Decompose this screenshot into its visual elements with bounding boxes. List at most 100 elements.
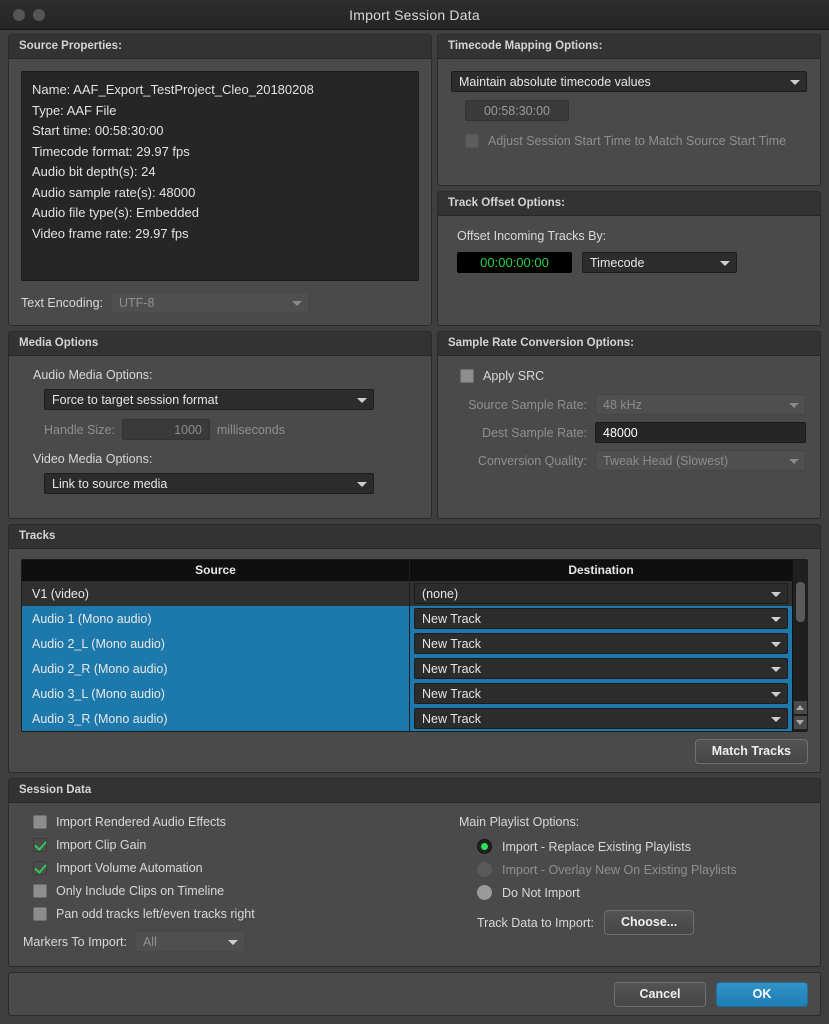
chevron-down-icon <box>789 458 799 464</box>
apply-src-label: Apply SRC <box>483 369 545 383</box>
chevron-down-icon <box>771 641 781 647</box>
source-cell: Audio 2_L (Mono audio) <box>32 636 165 651</box>
conversion-quality-value: Tweak Head (Slowest) <box>603 453 729 468</box>
table-row[interactable]: V1 (video) <box>22 581 409 606</box>
playlist-overlay-radio[interactable] <box>477 862 492 877</box>
ok-button[interactable]: OK <box>716 981 808 1007</box>
table-row[interactable]: Audio 2_L (Mono audio) <box>22 631 409 656</box>
table-row: (none) <box>410 581 792 606</box>
playlist-overlay-label: Import - Overlay New On Existing Playlis… <box>502 862 737 877</box>
source-prop-line: Type: AAF File <box>32 102 117 118</box>
offset-tracks-label: Offset Incoming Tracks By: <box>457 229 607 243</box>
chevron-down-icon <box>227 939 238 945</box>
session-data-panel: Session Data Import Rendered Audio Effec… <box>8 778 821 967</box>
conversion-quality-label: Conversion Quality: <box>477 453 587 468</box>
dest-sample-rate-field[interactable]: 48000 <box>595 422 806 443</box>
pan-odd-tracks-checkbox[interactable] <box>33 907 47 921</box>
audio-media-options-select[interactable]: Force to target session format <box>44 389 374 410</box>
text-encoding-select[interactable]: UTF-8 <box>111 292 309 313</box>
media-options-panel: Media Options Audio Media Options: Force… <box>8 331 432 519</box>
table-row: New Track <box>410 631 792 656</box>
destination-value: (none) <box>422 586 459 601</box>
source-cell: Audio 1 (Mono audio) <box>32 611 152 626</box>
match-tracks-button[interactable]: Match Tracks <box>694 739 808 764</box>
table-row[interactable]: Audio 2_R (Mono audio) <box>22 656 409 681</box>
chevron-down-icon <box>771 666 781 672</box>
table-row[interactable]: Audio 1 (Mono audio) <box>22 606 409 631</box>
timecode-mode-select[interactable]: Maintain absolute timecode values <box>451 71 807 92</box>
source-sample-rate-select[interactable]: 48 kHz <box>595 394 806 415</box>
handle-size-value: 1000 <box>174 422 202 437</box>
scroll-down-icon[interactable] <box>793 716 807 729</box>
sample-rate-conversion-panel: Sample Rate Conversion Options: Apply SR… <box>437 331 821 519</box>
destination-select[interactable]: New Track <box>414 633 788 654</box>
video-media-options-label: Video Media Options: <box>33 452 153 466</box>
chevron-down-icon <box>771 616 781 622</box>
import-rendered-audio-effects-label: Import Rendered Audio Effects <box>56 815 227 829</box>
chevron-down-icon <box>790 79 800 85</box>
chevron-down-icon <box>720 260 730 266</box>
destination-column-header: Destination <box>410 560 792 581</box>
adjust-session-start-checkbox[interactable] <box>465 134 479 148</box>
source-properties-info: Name: AAF_Export_TestProject_Cleo_201802… <box>21 71 419 281</box>
import-volume-automation-checkbox[interactable] <box>33 861 47 875</box>
chevron-down-icon <box>292 300 302 306</box>
offset-timecode-field[interactable]: 00:00:00:00 <box>457 252 572 273</box>
destination-select[interactable]: New Track <box>414 708 788 729</box>
offset-unit-value: Timecode <box>590 255 645 270</box>
scroll-up-icon[interactable] <box>793 701 807 714</box>
destination-value: New Track <box>422 661 482 676</box>
source-column-header: Source <box>22 560 409 581</box>
markers-to-import-select[interactable]: All <box>134 931 245 952</box>
only-include-clips-on-timeline-checkbox[interactable] <box>33 884 47 898</box>
apply-src-checkbox[interactable] <box>460 369 474 383</box>
destination-column: Destination (none) New Track New Track N… <box>410 560 792 731</box>
source-prop-line: Name: AAF_Export_TestProject_Cleo_201802… <box>32 82 314 97</box>
chevron-down-icon <box>357 481 367 487</box>
handle-size-field[interactable]: 1000 <box>121 419 210 440</box>
chevron-down-icon <box>789 402 799 408</box>
sample-rate-header: Sample Rate Conversion Options: <box>438 332 820 356</box>
table-row: New Track <box>410 606 792 631</box>
playlist-replace-radio[interactable] <box>477 839 492 854</box>
source-properties-header: Source Properties: <box>9 35 431 59</box>
source-properties-panel: Source Properties: Name: AAF_Export_Test… <box>8 34 432 326</box>
playlist-do-not-import-radio[interactable] <box>477 885 492 900</box>
conversion-quality-select[interactable]: Tweak Head (Slowest) <box>595 450 806 471</box>
import-session-data-dialog: Import Session Data Source Properties: N… <box>0 0 829 1024</box>
only-include-clips-on-timeline-label: Only Include Clips on Timeline <box>56 884 225 898</box>
destination-select[interactable]: New Track <box>414 683 788 704</box>
tracks-table: Source V1 (video) Audio 1 (Mono audio) A… <box>21 559 808 732</box>
media-options-header: Media Options <box>9 332 431 356</box>
video-media-options-select[interactable]: Link to source media <box>44 473 374 494</box>
cancel-button[interactable]: Cancel <box>614 981 706 1007</box>
destination-select[interactable]: New Track <box>414 658 788 679</box>
table-row: New Track <box>410 706 792 731</box>
source-prop-line: Audio sample rate(s): 48000 <box>32 184 196 200</box>
source-cell: V1 (video) <box>32 586 89 601</box>
source-prop-line: Audio bit depth(s): 24 <box>32 164 156 179</box>
adjust-session-start-label: Adjust Session Start Time to Match Sourc… <box>488 134 787 148</box>
destination-select[interactable]: New Track <box>414 608 788 629</box>
timecode-start-field[interactable]: 00:58:30:00 <box>465 100 569 121</box>
timecode-start-value: 00:58:30:00 <box>483 103 551 118</box>
import-rendered-audio-effects-checkbox[interactable] <box>33 815 47 829</box>
offset-unit-select[interactable]: Timecode <box>582 252 737 273</box>
source-cell: Audio 3_L (Mono audio) <box>32 686 165 701</box>
choose-button[interactable]: Choose... <box>603 910 695 935</box>
playlist-do-not-import-label: Do Not Import <box>502 885 580 900</box>
title-bar: Import Session Data <box>0 0 829 30</box>
tracks-scrollbar[interactable] <box>792 560 807 731</box>
timecode-mapping-panel: Timecode Mapping Options: Maintain absol… <box>437 34 821 186</box>
scrollbar-thumb[interactable] <box>795 582 805 622</box>
destination-select[interactable]: (none) <box>414 583 788 604</box>
table-row[interactable]: Audio 3_R (Mono audio) <box>22 706 409 731</box>
import-clip-gain-checkbox[interactable] <box>33 838 47 852</box>
destination-value: New Track <box>422 636 482 651</box>
playlist-replace-label: Import - Replace Existing Playlists <box>502 839 691 854</box>
track-data-to-import-label: Track Data to Import: <box>477 915 594 930</box>
source-prop-line: Start time: 00:58:30:00 <box>32 123 164 138</box>
table-row[interactable]: Audio 3_L (Mono audio) <box>22 681 409 706</box>
destination-value: New Track <box>422 686 482 701</box>
markers-to-import-label: Markers To Import: <box>23 934 127 949</box>
